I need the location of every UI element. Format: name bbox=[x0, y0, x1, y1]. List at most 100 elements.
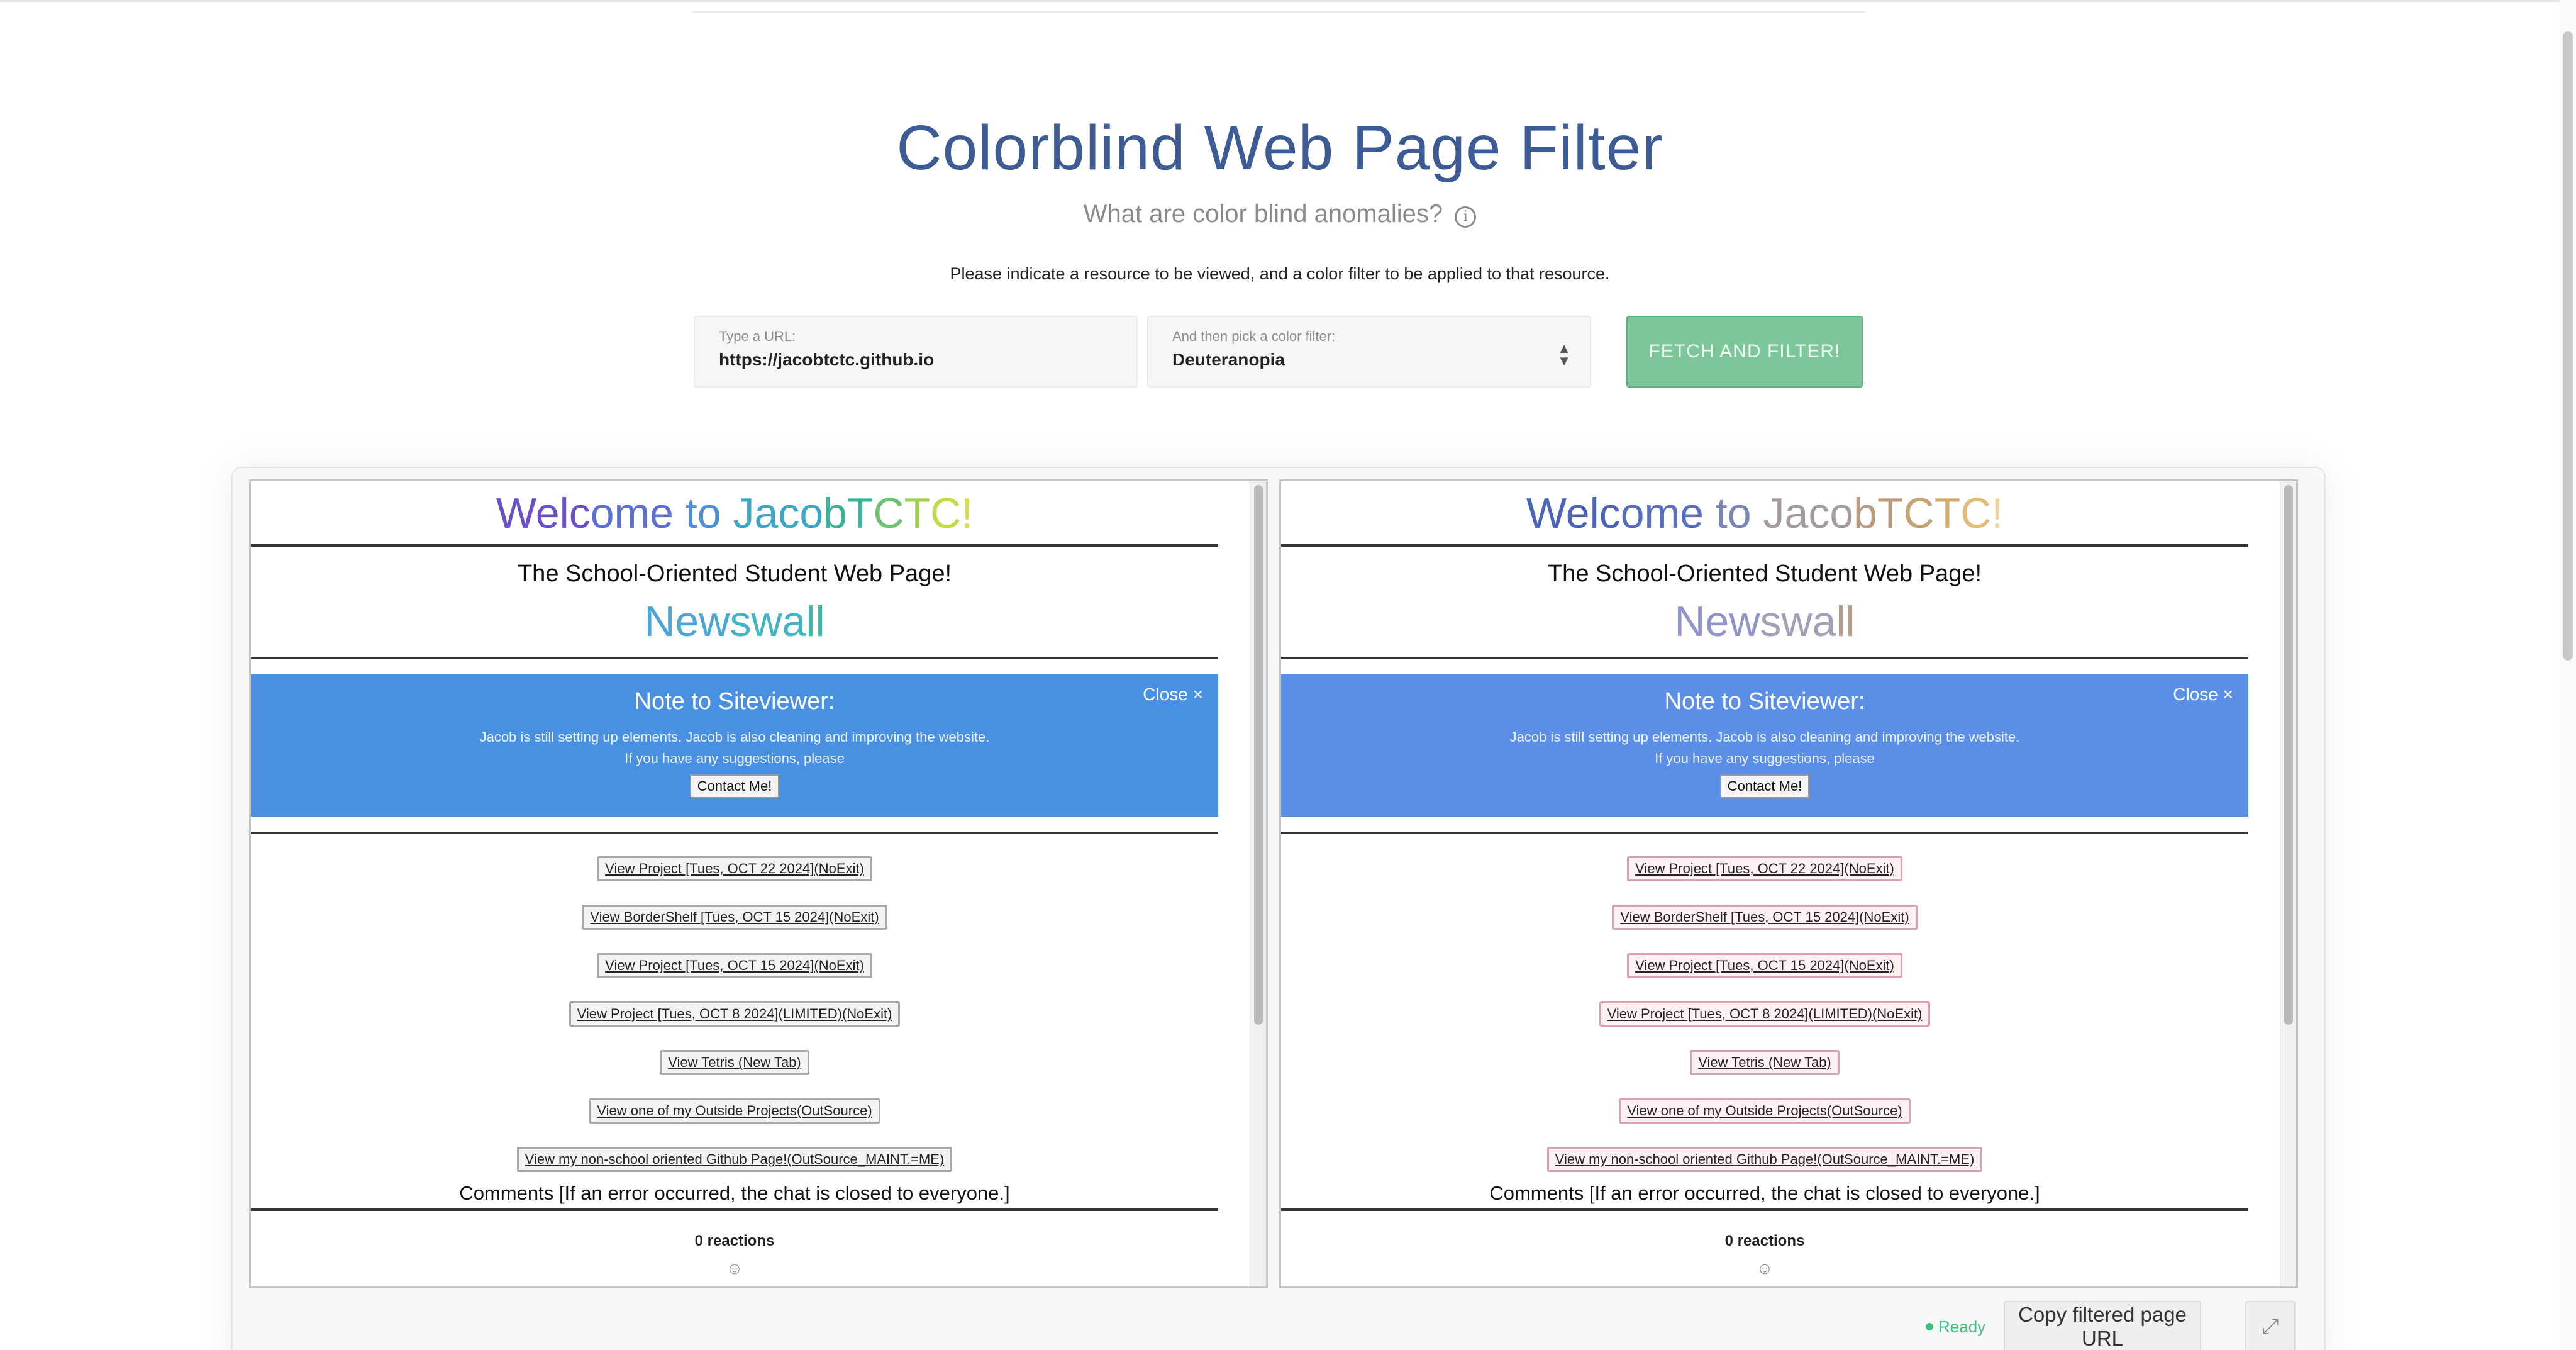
site-subhead: The School-Oriented Student Web Page! bbox=[517, 561, 952, 587]
site-link-row: View Project [Tues, OCT 8 2024](LIMITED)… bbox=[251, 993, 1218, 1042]
frame-scrollbar-thumb[interactable] bbox=[1254, 485, 1263, 1025]
note-text: Jacob is still setting up elements. Jaco… bbox=[1281, 727, 2248, 769]
site-note-banner: Note to Siteviewer: Close × Jacob is sti… bbox=[1281, 674, 2248, 817]
note-line: If you have any suggestions, please bbox=[1655, 750, 1875, 766]
site-link-row: View Project [Tues, OCT 22 2024](NoExit) bbox=[1281, 848, 2248, 896]
newswall-segment: swa bbox=[730, 598, 806, 645]
welcome-title-segment: ome bbox=[590, 489, 686, 537]
fullscreen-icon[interactable]: ⤢ bbox=[2245, 1301, 2296, 1350]
note-title: Note to Siteviewer: bbox=[634, 688, 835, 715]
fetch-and-filter-button[interactable]: FETCH AND FILTER! bbox=[1626, 316, 1863, 388]
frame-scrollbar-thumb[interactable] bbox=[2284, 485, 2293, 1025]
site-note-banner: Note to Siteviewer: Close × Jacob is sti… bbox=[251, 674, 1218, 817]
frame-scrollbar[interactable] bbox=[1250, 481, 1266, 1286]
site-reactions-count: 0 reactions bbox=[1724, 1232, 1805, 1249]
newswall-segment: New bbox=[1674, 598, 1760, 645]
url-field[interactable]: Type a URL: bbox=[694, 316, 1138, 388]
site-divider bbox=[251, 657, 1218, 659]
page-scrollbar-thumb[interactable] bbox=[2563, 31, 2573, 661]
welcome-title-segment: to bbox=[685, 489, 733, 537]
subtitle-text[interactable]: What are color blind anomalies? bbox=[1084, 200, 1443, 228]
contact-me-button[interactable]: Contact Me! bbox=[689, 774, 780, 798]
site-link-button[interactable]: View Project [Tues, OCT 22 2024](NoExit) bbox=[1627, 856, 1902, 881]
site-divider bbox=[1281, 657, 2248, 659]
note-title: Note to Siteviewer: bbox=[1664, 688, 1865, 715]
instruction-text: Please indicate a resource to be viewed,… bbox=[950, 264, 1610, 283]
site-link-row: View BorderShelf [Tues, OCT 15 2024](NoE… bbox=[1281, 896, 2248, 945]
welcome-title-segment: bT bbox=[823, 489, 874, 537]
site-link-row: View my non-school oriented Github Page!… bbox=[1281, 1139, 2248, 1187]
welcome-title-segment: T bbox=[904, 489, 931, 537]
filter-select[interactable]: And then pick a color filter: Deuteranop… bbox=[1147, 316, 1591, 388]
site-link-row: View BorderShelf [Tues, OCT 15 2024](NoE… bbox=[251, 896, 1218, 945]
welcome-title-segment: Welc bbox=[496, 489, 591, 537]
copy-filtered-url-button[interactable]: Copy filtered page URL bbox=[2004, 1301, 2201, 1350]
welcome-title-segment: bT bbox=[1853, 489, 1904, 537]
welcome-title-segment: C bbox=[1903, 489, 1935, 537]
site-divider bbox=[251, 832, 1218, 834]
site-link-button[interactable]: View Project [Tues, OCT 15 2024](NoExit) bbox=[597, 953, 872, 978]
site-content: Welcome to JacobTCTC! The School-Oriente… bbox=[1281, 481, 2248, 1278]
subtitle-link[interactable]: What are color blind anomalies? i bbox=[0, 200, 2560, 228]
smiley-icon[interactable]: ☺ bbox=[251, 1259, 1218, 1278]
site-link-button[interactable]: View BorderShelf [Tues, OCT 15 2024](NoE… bbox=[582, 905, 887, 930]
welcome-title-segment: ! bbox=[1991, 489, 2004, 537]
site-link-button[interactable]: View Project [Tues, OCT 22 2024](NoExit) bbox=[597, 856, 872, 881]
filtered-page-frame[interactable]: Welcome to JacobTCTC! The School-Oriente… bbox=[1279, 479, 2298, 1288]
filter-select-value[interactable]: Deuteranopia bbox=[1172, 350, 1566, 370]
select-arrows-icon[interactable]: ▲ ▼ bbox=[1557, 342, 1571, 368]
url-input[interactable] bbox=[719, 350, 1113, 370]
site-link-button[interactable]: View Project [Tues, OCT 8 2024](LIMITED)… bbox=[569, 1001, 901, 1027]
welcome-title-segment: ! bbox=[961, 489, 974, 537]
site-link-row: View Project [Tues, OCT 15 2024](NoExit) bbox=[1281, 945, 2248, 993]
site-link-row: View one of my Outside Projects(OutSourc… bbox=[251, 1090, 1218, 1139]
note-close-button[interactable]: Close × bbox=[1143, 684, 1203, 705]
site-link-row: View Project [Tues, OCT 8 2024](LIMITED)… bbox=[1281, 993, 2248, 1042]
welcome-title-segment: to bbox=[1715, 489, 1763, 537]
site-link-button[interactable]: View Tetris (New Tab) bbox=[660, 1050, 809, 1075]
info-icon[interactable]: i bbox=[1455, 206, 1477, 228]
frame-scrollbar[interactable] bbox=[2280, 481, 2296, 1286]
site-link-button[interactable]: View Project [Tues, OCT 8 2024](LIMITED)… bbox=[1599, 1001, 1931, 1027]
welcome-title-segment: C bbox=[1960, 489, 1992, 537]
site-divider bbox=[251, 1208, 1218, 1211]
site-link-row: View Tetris (New Tab) bbox=[1281, 1042, 2248, 1090]
note-close-button[interactable]: Close × bbox=[2173, 684, 2233, 705]
site-link-button[interactable]: View my non-school oriented Github Page!… bbox=[1546, 1147, 1983, 1172]
welcome-title-segment: ome bbox=[1620, 489, 1716, 537]
header-divider bbox=[692, 11, 1865, 13]
site-link-button[interactable]: View my non-school oriented Github Page!… bbox=[516, 1147, 953, 1172]
site-link-row: View Project [Tues, OCT 22 2024](NoExit) bbox=[251, 848, 1218, 896]
site-link-row: View one of my Outside Projects(OutSourc… bbox=[1281, 1090, 2248, 1139]
welcome-title-segment: C bbox=[930, 489, 962, 537]
url-field-label: Type a URL: bbox=[719, 328, 796, 344]
newswall-segment: ll bbox=[1836, 598, 1855, 645]
site-content: Welcome to JacobTCTC! The School-Oriente… bbox=[251, 481, 1218, 1278]
smiley-icon[interactable]: ☺ bbox=[1281, 1259, 2248, 1278]
welcome-title-segment: Welc bbox=[1526, 489, 1621, 537]
site-link-list: View Project [Tues, OCT 22 2024](NoExit)… bbox=[1281, 848, 2248, 1187]
top-border bbox=[0, 0, 2560, 2]
original-page-frame[interactable]: Welcome to JacobTCTC! The School-Oriente… bbox=[249, 479, 1268, 1288]
site-link-row: View Tetris (New Tab) bbox=[251, 1042, 1218, 1090]
site-link-button[interactable]: View one of my Outside Projects(OutSourc… bbox=[1619, 1098, 1911, 1124]
status-text: Ready bbox=[1938, 1317, 1986, 1336]
site-newswall-heading: Newswall bbox=[251, 588, 1218, 657]
site-link-button[interactable]: View Tetris (New Tab) bbox=[1690, 1050, 1840, 1075]
welcome-title-segment: Jaco bbox=[733, 489, 824, 537]
newswall-segment: ll bbox=[806, 598, 825, 645]
site-link-button[interactable]: View BorderShelf [Tues, OCT 15 2024](NoE… bbox=[1612, 905, 1918, 930]
filter-select-label: And then pick a color filter: bbox=[1172, 328, 1336, 344]
site-subhead: The School-Oriented Student Web Page! bbox=[1547, 561, 1982, 587]
page-title: Colorblind Web Page Filter bbox=[896, 113, 1663, 183]
site-link-button[interactable]: View one of my Outside Projects(OutSourc… bbox=[589, 1098, 880, 1124]
site-link-list: View Project [Tues, OCT 22 2024](NoExit)… bbox=[251, 848, 1218, 1187]
site-comments-heading: Comments [If an error occurred, the chat… bbox=[1489, 1182, 2040, 1204]
note-line: If you have any suggestions, please bbox=[625, 750, 845, 766]
newswall-segment: New bbox=[644, 598, 730, 645]
contact-me-button[interactable]: Contact Me! bbox=[1719, 774, 1810, 798]
site-welcome-title: Welcome to JacobTCTC! bbox=[251, 481, 1218, 544]
site-link-button[interactable]: View Project [Tues, OCT 15 2024](NoExit) bbox=[1627, 953, 1902, 978]
welcome-title-segment: C bbox=[873, 489, 904, 537]
page-scrollbar[interactable] bbox=[2560, 0, 2576, 1350]
